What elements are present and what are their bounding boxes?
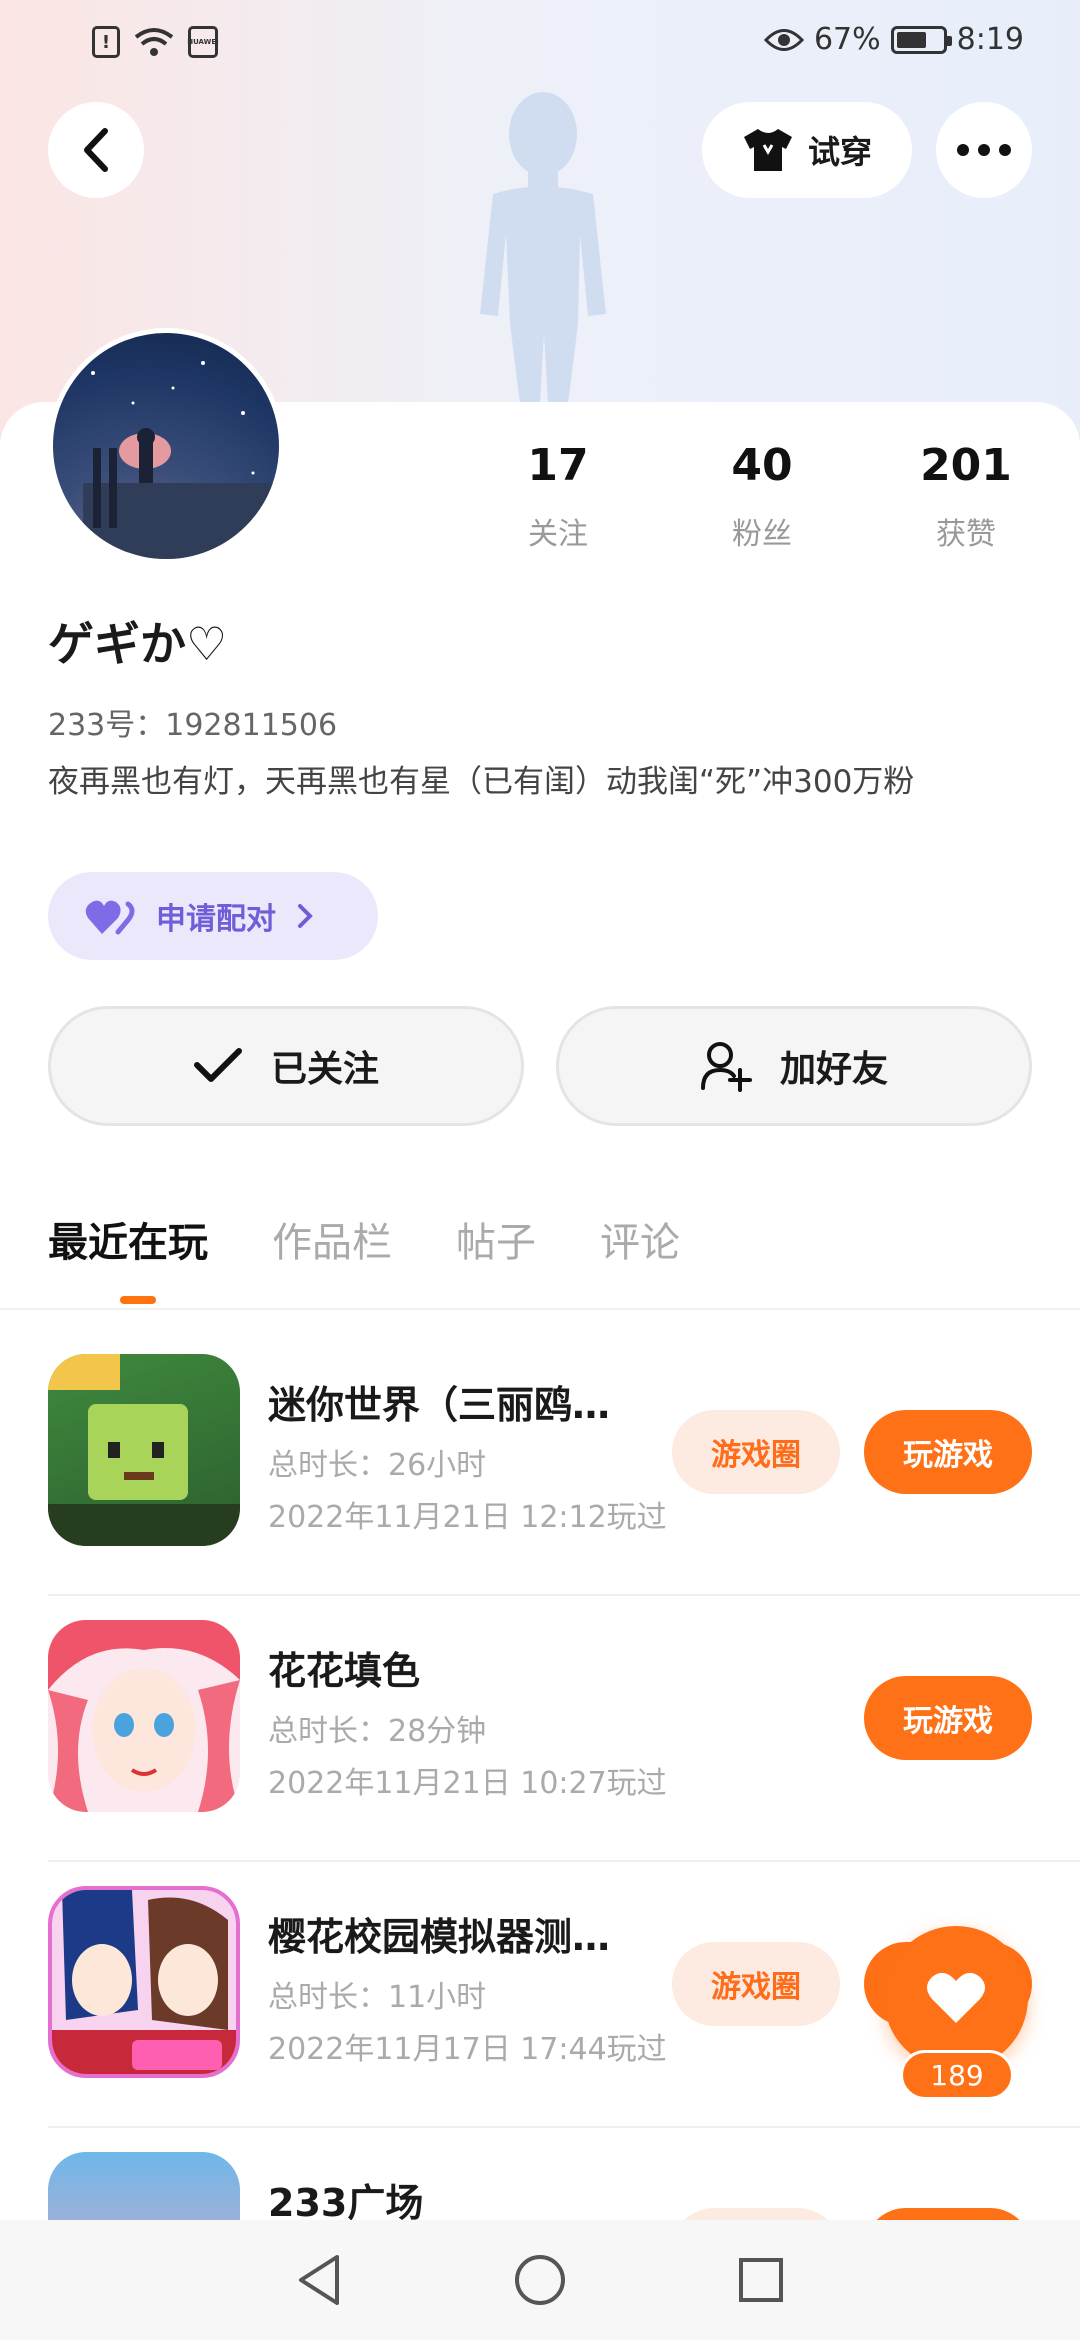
game-last-played: 2022年11月21日 10:27玩过 xyxy=(268,1766,667,1801)
check-icon xyxy=(193,1048,242,1082)
game-duration: 总时长：28分钟 xyxy=(268,1714,487,1749)
game-title: 迷你世界（三丽鸥… xyxy=(268,1383,611,1427)
game-last-played: 2022年11月17日 17:44玩过 xyxy=(268,2032,667,2067)
play-game-button[interactable]: 玩游戏 xyxy=(864,1410,1032,1494)
avatar-figure-silhouette xyxy=(480,92,606,404)
tab-recently-played[interactable]: 最近在玩 xyxy=(48,1210,208,1268)
game-title: 233广场 xyxy=(268,2181,424,2220)
avatar-image xyxy=(83,361,273,559)
followed-label: 已关注 xyxy=(270,1049,379,1090)
nav-recents-icon[interactable] xyxy=(737,2256,785,2304)
game-duration: 总时长：26小时 xyxy=(268,1448,487,1483)
add-user-icon xyxy=(700,1042,752,1092)
game-icon xyxy=(48,1886,240,2078)
more-button[interactable] xyxy=(936,102,1032,198)
game-icon xyxy=(48,2152,240,2220)
chevron-right-icon xyxy=(298,904,313,928)
battery-icon xyxy=(890,25,952,54)
game-item[interactable]: 花花填色 总时长：28分钟 2022年11月21日 10:27玩过 玩游戏 xyxy=(48,1596,1080,1862)
game-last-played: 2022年11月21日 12:12玩过 xyxy=(268,1500,667,1535)
play-game-button[interactable] xyxy=(864,2208,1032,2220)
back-button[interactable] xyxy=(48,102,144,198)
try-on-button[interactable]: 试穿 xyxy=(702,102,912,198)
pair-label: 申请配对 xyxy=(156,902,276,937)
chevron-left-icon xyxy=(84,128,108,172)
game-item[interactable]: 迷你世界（三丽鸥… 总时长：26小时 2022年11月21日 12:12玩过 游… xyxy=(48,1330,1080,1596)
stat-value: 201 xyxy=(920,440,1012,491)
wifi-icon xyxy=(134,28,174,56)
game-duration: 总时长：11小时 xyxy=(268,1980,487,2015)
game-icon xyxy=(48,1354,240,1546)
more-dots-icon xyxy=(957,144,1011,156)
stat-value: 40 xyxy=(731,440,793,491)
status-bar: ! HUAWEI 67% 8:19 xyxy=(0,0,1080,84)
nav-back-icon[interactable] xyxy=(295,2253,343,2307)
try-on-label: 试穿 xyxy=(807,133,872,171)
stat-followers[interactable]: 40 粉丝 xyxy=(692,440,832,553)
game-title: 樱花校园模拟器测… xyxy=(268,1915,611,1959)
eye-comfort-icon xyxy=(763,28,804,51)
stat-likes[interactable]: 201 获赞 xyxy=(896,440,1036,553)
stat-value: 17 xyxy=(527,440,589,491)
stat-label: 粉丝 xyxy=(732,517,792,552)
system-navigation-bar xyxy=(0,2220,1080,2340)
stat-label: 关注 xyxy=(528,517,588,552)
game-icon xyxy=(48,1620,240,1812)
add-friend-label: 加好友 xyxy=(779,1049,888,1090)
heart-icon xyxy=(927,1972,985,2023)
carrier-icon: HUAWEI xyxy=(187,26,219,58)
double-heart-icon xyxy=(85,900,135,935)
add-friend-button[interactable]: 加好友 xyxy=(556,1006,1032,1126)
tab-indicator xyxy=(120,1296,156,1304)
battery-percent: 67% xyxy=(813,22,881,57)
tabs-divider xyxy=(0,1308,1080,1310)
nav-home-icon[interactable] xyxy=(513,2253,567,2307)
profile-tabs: 最近在玩 作品栏 帖子 评论 xyxy=(48,1210,744,1268)
like-count: 189 xyxy=(900,2050,1014,2100)
game-circle-button[interactable]: 游戏圈 xyxy=(672,1410,840,1494)
clock: 8:19 xyxy=(956,22,1024,57)
stat-following[interactable]: 17 关注 xyxy=(488,440,628,553)
nickname: ゲギか♡ xyxy=(48,617,228,671)
game-item[interactable]: 233广场 xyxy=(48,2128,1080,2220)
bio: 夜再黑也有灯，天再黑也有星（已有闺）动我闺“死”冲300万粉 xyxy=(48,764,915,800)
alert-icon: ! xyxy=(92,26,120,58)
like-button[interactable] xyxy=(884,1926,1028,2070)
game-icon-art xyxy=(48,1620,240,1812)
game-icon-art xyxy=(48,1354,240,1546)
followed-button[interactable]: 已关注 xyxy=(48,1006,524,1126)
tab-works[interactable]: 作品栏 xyxy=(272,1210,392,1268)
tab-posts[interactable]: 帖子 xyxy=(456,1210,536,1268)
tshirt-icon xyxy=(743,129,792,171)
game-icon-art xyxy=(52,1890,236,2074)
game-title: 花花填色 xyxy=(268,1649,421,1693)
game-circle-button[interactable]: 游戏圈 xyxy=(672,1942,840,2026)
avatar[interactable] xyxy=(48,328,284,564)
play-game-button[interactable]: 玩游戏 xyxy=(864,1676,1032,1760)
tab-comments[interactable]: 评论 xyxy=(600,1210,680,1268)
request-pair-button[interactable]: 申请配对 xyxy=(48,872,378,960)
stat-label: 获赞 xyxy=(936,517,996,552)
user-id: 233号：192811506 xyxy=(48,708,338,743)
